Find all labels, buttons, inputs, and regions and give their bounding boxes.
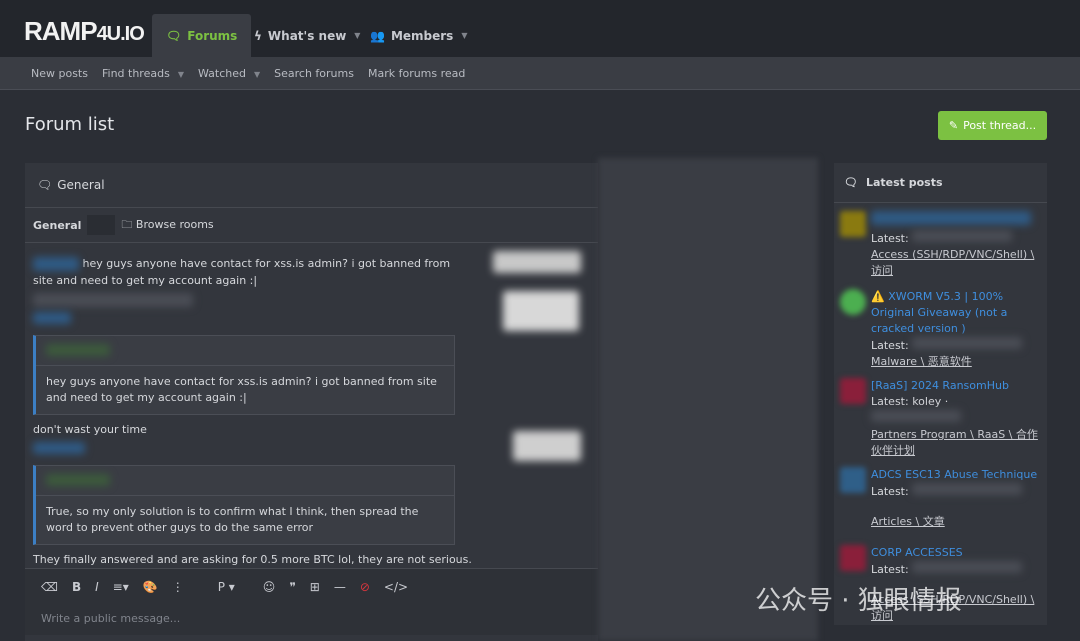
avatar <box>840 378 866 404</box>
chat-message: don't wast your time <box>33 423 147 436</box>
pencil-icon: ✎ <box>948 119 959 132</box>
message-list[interactable]: hey guys anyone have contact for xss.is … <box>25 243 598 568</box>
folder-icon: 🗀 <box>121 217 136 231</box>
avatar <box>840 211 866 237</box>
quote-block: hey guys anyone have contact for xss.is … <box>33 335 455 415</box>
bolt-icon: ϟ <box>254 28 262 43</box>
nav-watched[interactable]: Watched ▼ <box>198 67 260 80</box>
sub-nav: New posts Find threads ▼ Watched ▼ Search … <box>0 57 1080 90</box>
italic-icon[interactable]: I <box>95 580 99 594</box>
chat-tabs: General 🗀 Browse rooms <box>25 208 598 243</box>
palette-icon[interactable]: 🎨 <box>143 580 158 594</box>
paragraph-format-dropdown[interactable]: P ▾ <box>218 580 235 594</box>
room-tab-general[interactable]: General <box>33 219 81 232</box>
chat-bubbles-icon: 🗨 <box>166 28 182 43</box>
eraser-icon[interactable]: ⌫ <box>41 580 58 594</box>
tab-whats-new[interactable]: ϟ What's new ▼ <box>240 14 374 57</box>
chat-message: They finally answered and are asking for… <box>33 553 472 566</box>
post-thread-button[interactable]: ✎ Post thread... <box>938 111 1047 140</box>
quote-block: True, so my only solution is to confirm … <box>33 465 455 545</box>
nav-find-threads[interactable]: Find threads ▼ <box>102 67 184 80</box>
nav-mark-read[interactable]: Mark forums read <box>368 67 465 80</box>
latest-posts-panel: 🗨 Latest posts Latest: Access (SSH/RDP/VN… <box>834 163 1047 625</box>
tab-forums[interactable]: 🗨 Forums <box>152 14 252 57</box>
browse-rooms-button[interactable]: 🗀 Browse rooms <box>121 216 213 235</box>
code-icon[interactable]: </> <box>384 580 408 594</box>
message-input[interactable]: Write a public message... <box>25 605 598 635</box>
chat-icon: 🗨 <box>37 178 53 192</box>
align-icon[interactable]: ≡▾ <box>113 580 129 594</box>
quote-icon[interactable]: ❞ <box>289 580 295 594</box>
latest-posts-title: Latest posts <box>865 176 943 189</box>
top-header: RAMP4U.IO 🗨 Forums ϟ What's new ▼ 👥 Members ▼ <box>0 0 1080 57</box>
chat-message: hey guys anyone have contact for xss.is … <box>33 257 451 287</box>
users-icon: 👥 <box>370 28 385 43</box>
latest-post-item[interactable]: ⚠️ XWORM V5.3 | 100% Original Giveaway (… <box>834 281 1047 370</box>
latest-post-item[interactable]: [RaaS] 2024 RansomHub Latest: koley · Par… <box>834 370 1047 459</box>
page-title: Forum list <box>25 114 115 135</box>
avatar <box>840 289 866 315</box>
rooms-list-blurred <box>598 158 818 641</box>
chat-panel: 🗨 General General 🗀 Browse rooms hey guys… <box>25 163 598 641</box>
nav-new-posts[interactable]: New posts <box>31 67 88 80</box>
chat-header: 🗨 General <box>25 163 598 208</box>
editor-toolbar: ⌫ B I ≡▾ 🎨 ⋮ P ▾ ☺ ❞ ⊞ — ⊘ </> <box>25 568 598 605</box>
avatar <box>840 545 866 571</box>
hide-icon[interactable]: ⊘ <box>360 580 370 594</box>
bold-icon[interactable]: B <box>72 580 81 594</box>
smiley-icon[interactable]: ☺ <box>263 580 276 594</box>
site-logo[interactable]: RAMP4U.IO <box>24 16 145 47</box>
latest-post-item[interactable]: Latest: Access (SSH/RDP/VNC/Shell) \ 访问 <box>834 203 1047 281</box>
more-icon[interactable]: ⋮ <box>172 580 184 594</box>
avatar <box>840 467 866 493</box>
tab-members[interactable]: 👥 Members ▼ <box>356 14 481 57</box>
latest-post-item[interactable]: ADCS ESC13 Abuse Technique Latest: Articl… <box>834 459 1047 537</box>
horizontal-rule-icon[interactable]: — <box>334 580 346 594</box>
table-icon[interactable]: ⊞ <box>310 580 320 594</box>
nav-search-forums[interactable]: Search forums <box>274 67 354 80</box>
watermark: 公众号 · 独眼情报 <box>755 586 962 616</box>
comment-icon: 🗨 <box>844 176 858 189</box>
